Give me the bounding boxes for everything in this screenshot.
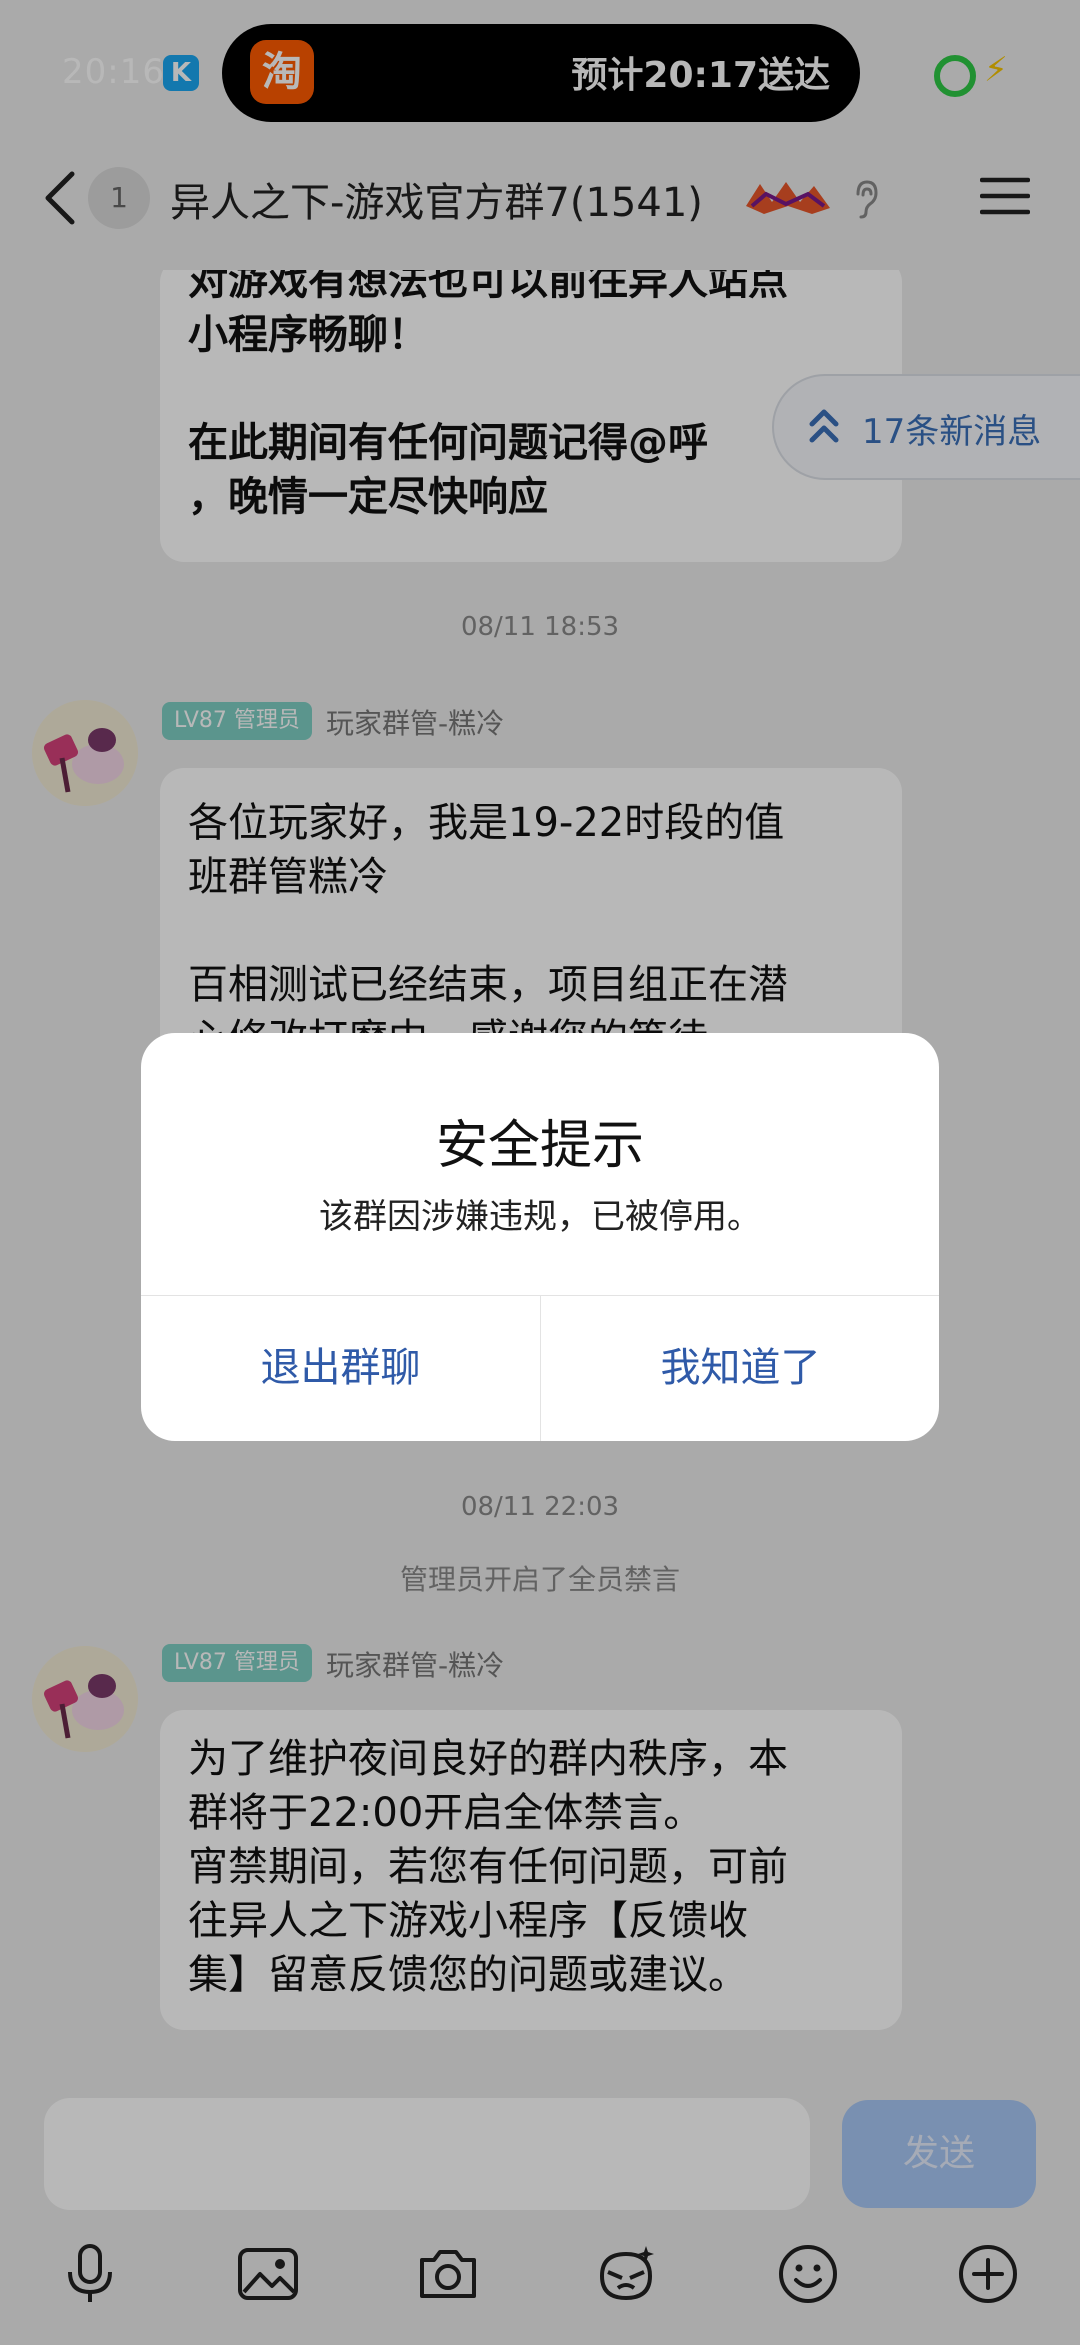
exit-group-button[interactable]: 退出群聊 [141, 1295, 540, 1441]
dialog-title: 安全提示 [435, 1116, 644, 1176]
dialog-message: 该群因涉嫌违规，已被停用。 [319, 1197, 761, 1237]
acknowledge-button[interactable]: 我知道了 [541, 1295, 939, 1441]
security-alert-dialog: 安全提示 该群因涉嫌违规，已被停用。 退出群聊 我知道了 [141, 1033, 939, 1441]
